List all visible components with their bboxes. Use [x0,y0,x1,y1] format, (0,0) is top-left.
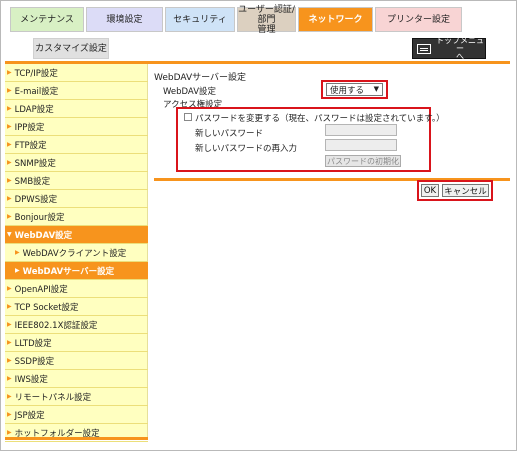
sidebar-item-label: LDAP設定 [14,104,54,115]
triangle-right-icon: ▶ [7,141,12,148]
sidebar-item-label: IEEE802.1X認証設定 [14,320,98,331]
sidebar-item-ssdp[interactable]: ▶ SSDP設定 [5,352,148,370]
sidebar-item-webdav-server[interactable]: ▶ WebDAVサーバー設定 [5,262,148,280]
sidebar: ▶ TCP/IP設定 ▶ E-mail設定 ▶ LDAP設定 ▶ IPP設定 ▶ FTP設… [5,64,148,442]
triangle-right-icon: ▶ [7,411,12,418]
sidebar-item-label: TCP Socket設定 [14,302,79,313]
webdav-select-value: 使用する [330,85,365,96]
sidebar-item-label: IWS設定 [14,374,48,385]
sidebar-item-label: OpenAPI設定 [14,284,68,295]
tab-network[interactable]: ネットワーク [298,7,373,32]
sidebar-item-label: SMB設定 [14,176,51,187]
triangle-right-icon: ▶ [7,393,12,400]
reset-password-button[interactable]: パスワードの初期化 [325,155,401,167]
sidebar-item-iws[interactable]: ▶ IWS設定 [5,370,148,388]
webdav-select[interactable]: 使用する ▼ [326,83,383,96]
triangle-right-icon: ▶ [7,195,12,202]
menu-icon [417,43,431,54]
tab-customize[interactable]: カスタマイズ設定 [33,38,109,59]
triangle-right-icon: ▶ [15,249,20,256]
change-password-label: パスワードを変更する（現在、パスワードは設定されています。） [195,114,445,124]
sidebar-item-label: WebDAV設定 [14,230,73,241]
triangle-right-icon: ▶ [7,213,12,220]
sidebar-item-tcpip[interactable]: ▶ TCP/IP設定 [5,64,148,82]
tab-maintenance[interactable]: メンテナンス [10,7,84,32]
triangle-right-icon: ▶ [7,321,12,328]
sidebar-item-webdav[interactable]: ▼ WebDAV設定 [5,226,148,244]
sidebar-item-label: Bonjour設定 [14,212,65,223]
sidebar-item-snmp[interactable]: ▶ SNMP設定 [5,154,148,172]
triangle-down-icon: ▼ [7,231,12,238]
sidebar-item-label: IPP設定 [14,122,45,133]
sidebar-item-jsp[interactable]: ▶ JSP設定 [5,406,148,424]
sidebar-item-label: WebDAVサーバー設定 [22,266,115,277]
triangle-right-icon: ▶ [7,375,12,382]
sidebar-item-label: TCP/IP設定 [14,68,58,79]
reenter-password-field[interactable] [325,139,397,151]
sidebar-item-remote-panel[interactable]: ▶ リモートパネル設定 [5,388,148,406]
sidebar-item-bonjour[interactable]: ▶ Bonjour設定 [5,208,148,226]
sidebar-bottom-divider [5,437,148,440]
triangle-right-icon: ▶ [7,87,12,94]
cancel-button[interactable]: キャンセル [442,184,489,197]
sidebar-item-label: LLTD設定 [14,338,52,349]
triangle-right-icon: ▶ [7,339,12,346]
page-title: WebDAVサーバー設定 [154,73,247,83]
triangle-right-icon: ▶ [7,69,12,76]
sidebar-item-tcp-socket[interactable]: ▶ TCP Socket設定 [5,298,148,316]
triangle-right-icon: ▶ [7,123,12,130]
tab-user-auth[interactable]: ユーザー認証/部門 管理 [237,4,296,35]
sidebar-item-webdav-client[interactable]: ▶ WebDAVクライアント設定 [5,244,148,262]
sidebar-item-smb[interactable]: ▶ SMB設定 [5,172,148,190]
sidebar-item-label: SSDP設定 [14,356,55,367]
triangle-right-icon: ▶ [7,159,12,166]
sidebar-item-ldap[interactable]: ▶ LDAP設定 [5,100,148,118]
sidebar-item-lltd[interactable]: ▶ LLTD設定 [5,334,148,352]
sidebar-item-label: リモートパネル設定 [14,392,92,403]
top-menu-line1: トップメニュー [436,35,484,53]
sidebar-item-label: E-mail設定 [14,86,59,97]
change-password-checkbox[interactable] [184,113,192,121]
tab-user-auth-line1: ユーザー認証/部門 [238,4,295,25]
sidebar-item-email[interactable]: ▶ E-mail設定 [5,82,148,100]
ok-button[interactable]: OK [421,184,439,197]
dropdown-arrow-icon: ▼ [373,85,379,93]
sidebar-item-ftp[interactable]: ▶ FTP設定 [5,136,148,154]
triangle-right-icon: ▶ [7,303,12,310]
tab-user-auth-line2: 管理 [257,24,276,35]
reenter-password-label: 新しいパスワードの再入力 [195,144,298,154]
new-password-label: 新しいパスワード [195,129,264,139]
sidebar-item-ipp[interactable]: ▶ IPP設定 [5,118,148,136]
top-menu-line2: へ [456,51,464,61]
sidebar-item-ieee8021x[interactable]: ▶ IEEE802.1X認証設定 [5,316,148,334]
triangle-right-icon: ▶ [7,357,12,364]
tab-printer[interactable]: プリンター設定 [375,7,462,32]
tab-environment[interactable]: 環境設定 [86,7,163,32]
triangle-right-icon: ▶ [7,285,12,292]
triangle-right-icon: ▶ [7,177,12,184]
sidebar-item-label: WebDAVクライアント設定 [22,248,127,259]
sidebar-item-label: SNMP設定 [14,158,56,169]
top-menu-button[interactable]: トップメニュー へ [412,35,486,61]
sidebar-item-label: JSP設定 [14,410,45,421]
tab-security[interactable]: セキュリティ [165,7,235,32]
sidebar-item-openapi[interactable]: ▶ OpenAPI設定 [5,280,148,298]
new-password-field[interactable] [325,124,397,136]
triangle-right-icon: ▶ [7,429,12,436]
triangle-right-icon: ▶ [7,105,12,112]
triangle-right-icon: ▶ [15,267,20,274]
sidebar-item-label: FTP設定 [14,140,47,151]
sidebar-item-label: DPWS設定 [14,194,58,205]
webdav-setting-label: WebDAV設定 [163,87,217,97]
sidebar-item-dpws[interactable]: ▶ DPWS設定 [5,190,148,208]
